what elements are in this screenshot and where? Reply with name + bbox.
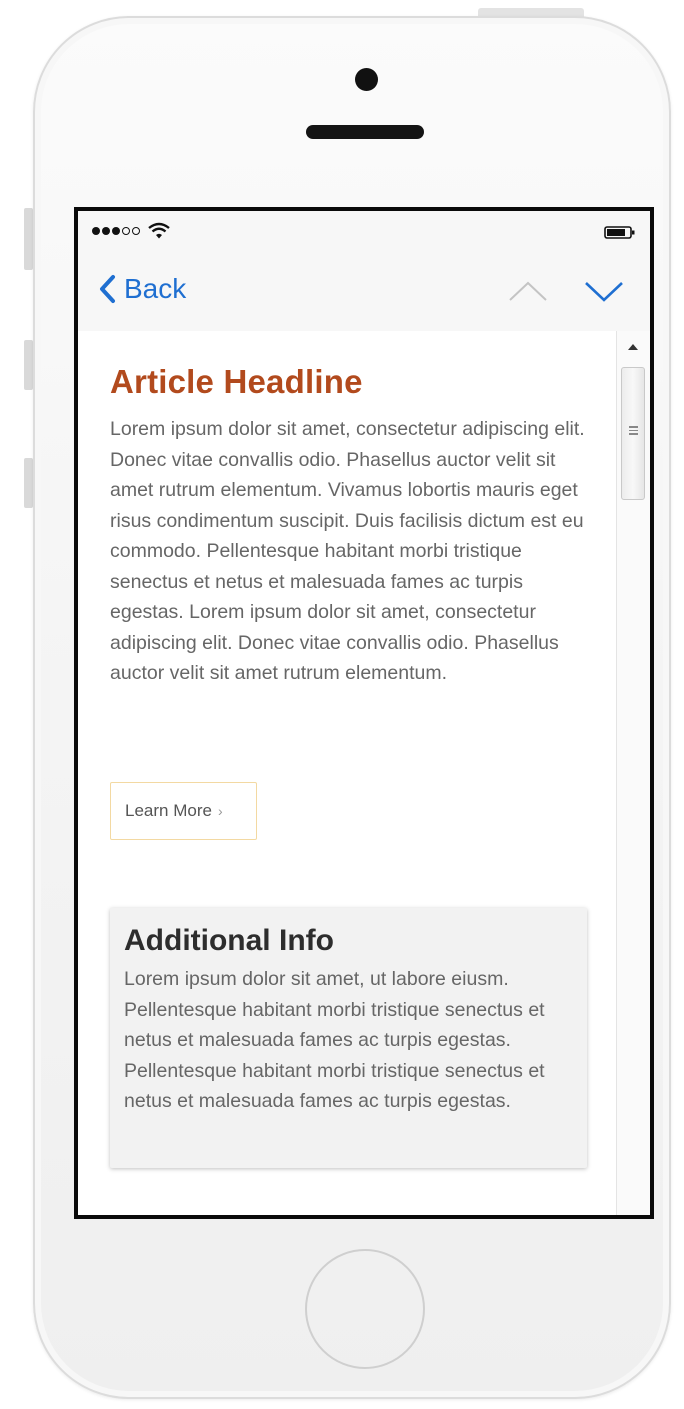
back-label: Back (124, 273, 187, 304)
back-button[interactable]: Back (98, 273, 186, 305)
scroll-up-arrow-icon[interactable] (627, 343, 639, 351)
status-bar (78, 211, 650, 251)
scrollbar[interactable] (616, 331, 650, 1215)
mute-switch (24, 208, 33, 270)
earpiece-speaker (306, 125, 424, 139)
navigation-bar: Back (78, 251, 650, 331)
device-mockup: Back Article Headline Lorem ipsum dolor … (0, 0, 684, 1409)
chevron-right-icon: › (217, 803, 223, 819)
previous-article-button[interactable] (508, 279, 548, 303)
additional-info-card: Additional Info Lorem ipsum dolor sit am… (110, 908, 587, 1168)
volume-down-button (24, 458, 33, 508)
additional-info-title: Additional Info (124, 924, 334, 957)
article-body: Lorem ipsum dolor sit amet, consectetur … (110, 418, 585, 684)
additional-info-body: Lorem ipsum dolor sit amet, ut labore ei… (124, 968, 545, 1112)
grip-icon (629, 426, 638, 437)
article-headline: Article Headline (110, 363, 363, 400)
volume-up-button (24, 340, 33, 390)
next-article-button[interactable] (584, 279, 624, 303)
wifi-icon (148, 222, 170, 239)
article-content: Article Headline Lorem ipsum dolor sit a… (78, 331, 616, 1215)
signal-dots-icon (92, 227, 140, 235)
scroll-thumb[interactable] (621, 367, 645, 500)
learn-more-button[interactable]: Learn More › (110, 782, 257, 840)
learn-more-label: Learn More (125, 801, 212, 820)
phone-screen: Back Article Headline Lorem ipsum dolor … (74, 207, 654, 1219)
chevron-left-icon (100, 275, 115, 303)
front-camera (355, 68, 378, 91)
home-button[interactable] (305, 1249, 425, 1369)
battery-icon (604, 226, 635, 239)
